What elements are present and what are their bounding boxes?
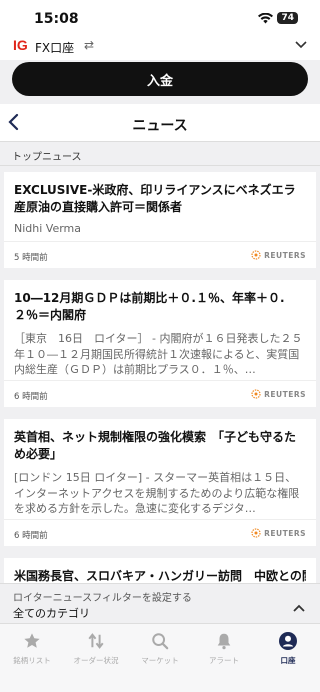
reuters-icon — [251, 389, 261, 399]
account-bar[interactable]: IG FX口座 ⇄ — [0, 34, 320, 60]
tab-market[interactable]: マーケット — [128, 624, 192, 692]
news-time: 6 時間前 — [14, 531, 48, 541]
tab-bar: 銘柄リスト オーダー状況 マーケット アラート 口座 — [0, 623, 320, 692]
section-header: トップニュース — [0, 142, 320, 166]
news-source: REUTERS — [264, 528, 306, 538]
news-footer: 6 時間前 REUTERS — [4, 380, 316, 407]
account-name[interactable]: FX口座 — [35, 39, 74, 56]
tab-account[interactable]: 口座 — [256, 624, 320, 692]
news-headline[interactable]: 10―12月期ＧＤＰは前期比＋０.１％、年率＋０.２％＝内閣府 — [14, 290, 306, 324]
news-author: Nidhi Verma — [14, 222, 82, 235]
deposit-button[interactable]: 入金 — [12, 62, 308, 96]
tab-label: アラート — [209, 656, 239, 665]
wifi-icon — [258, 12, 274, 24]
news-footer: 6 時間前 REUTERS — [4, 519, 316, 546]
news-headline[interactable]: 米国務長官、スロバキア・ハンガリー訪問 中欧との関 — [14, 568, 306, 583]
battery-icon: 74 — [277, 12, 298, 24]
news-card[interactable]: 英首相、ネット規制権限の強化模索 「子ども守るため必要」 [ロンドン 15日 ロ… — [4, 419, 316, 546]
news-source: REUTERS — [264, 250, 306, 260]
status-time: 15:08 — [34, 11, 79, 27]
news-time: 6 時間前 — [14, 392, 48, 402]
news-footer: 5 時間前 REUTERS — [4, 241, 316, 268]
news-card[interactable]: 10―12月期ＧＤＰは前期比＋０.１％、年率＋０.２％＝内閣府 ［東京 16日 … — [4, 280, 316, 407]
ig-logo: IG — [13, 37, 28, 53]
news-headline[interactable]: 英首相、ネット規制権限の強化模索 「子ども守るため必要」 — [14, 429, 306, 463]
news-filter-bar[interactable]: ロイターニュースフィルターを設定する 全てのカテゴリ — [0, 583, 320, 623]
reuters-icon — [251, 528, 261, 538]
search-icon — [151, 630, 169, 652]
tab-label: マーケット — [141, 656, 179, 665]
tab-orders[interactable]: オーダー状況 — [64, 624, 128, 692]
news-time: 5 時間前 — [14, 253, 48, 263]
nav-bar: ニュース — [0, 104, 320, 142]
bell-icon — [215, 630, 233, 652]
reuters-logo: REUTERS — [251, 250, 306, 260]
star-icon — [23, 630, 41, 652]
chevron-up-icon[interactable] — [292, 598, 306, 617]
news-card[interactable]: EXCLUSIVE-米政府、印リライアンスにベネズエラ産原油の直接購入許可＝関係… — [4, 172, 316, 268]
tab-label: 銘柄リスト — [13, 656, 51, 665]
status-bar: 15:08 74 — [0, 0, 320, 34]
swap-icon[interactable]: ⇄ — [84, 38, 94, 52]
status-icons: 74 — [258, 12, 298, 24]
account-icon — [278, 630, 298, 652]
filter-value[interactable]: 全てのカテゴリ — [13, 605, 90, 621]
filter-label[interactable]: ロイターニュースフィルターを設定する — [13, 589, 192, 604]
tab-label: オーダー状況 — [73, 656, 119, 665]
news-headline[interactable]: EXCLUSIVE-米政府、印リライアンスにベネズエラ産原油の直接購入許可＝関係… — [14, 182, 306, 216]
reuters-icon — [251, 250, 261, 260]
news-summary: [ロンドン 15日 ロイター] - スターマー英首相は１５日、インターネットアク… — [14, 471, 300, 515]
transfer-icon — [87, 630, 105, 652]
tab-label: 口座 — [280, 656, 296, 665]
tab-watchlist[interactable]: 銘柄リスト — [0, 624, 64, 692]
chevron-down-icon[interactable] — [294, 36, 308, 55]
news-summary: ［東京 16日 ロイター］ - 内閣府が１６日発表した２５年１０―１２月期国民所… — [14, 332, 303, 376]
news-card[interactable]: 米国務長官、スロバキア・ハンガリー訪問 中欧との関 — [4, 558, 316, 583]
section-title: トップニュース — [12, 152, 82, 163]
reuters-logo: REUTERS — [251, 389, 306, 399]
news-source: REUTERS — [264, 389, 306, 399]
tab-alerts[interactable]: アラート — [192, 624, 256, 692]
reuters-logo: REUTERS — [251, 528, 306, 538]
page-title: ニュース — [132, 118, 188, 134]
